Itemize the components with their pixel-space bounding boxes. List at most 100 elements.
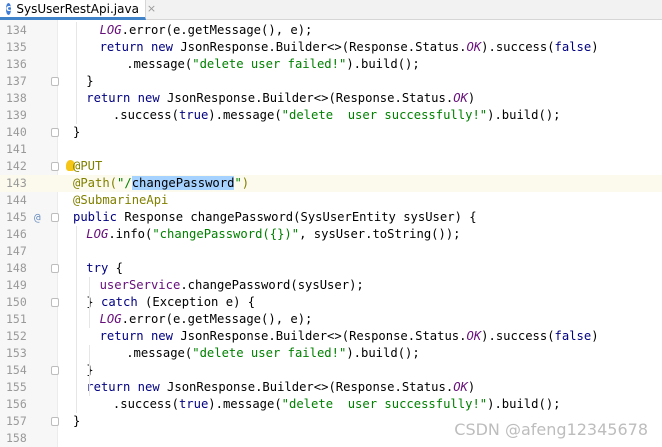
code-token: Response	[124, 210, 191, 224]
line-number: 158	[6, 431, 27, 445]
code-line[interactable]: 142 @PUT	[0, 158, 662, 175]
fold-toggle-icon[interactable]	[51, 298, 59, 307]
code-line[interactable]: 155 return new JsonResponse.Builder<>(Res…	[0, 379, 662, 396]
code-token: .error(e.getMessage(), e);	[121, 23, 313, 37]
code-token: ).build();	[487, 108, 561, 122]
code-line[interactable]: 135 return new JsonResponse.Builder<>(Res…	[0, 39, 662, 56]
watermark: CSDN @afeng12345678	[454, 420, 648, 439]
code-line[interactable]: 143 @Path("/changePassword")	[0, 175, 662, 192]
code-token: return new	[86, 91, 168, 105]
code-line[interactable]: 134 LOG.error(e.getMessage(), e);	[0, 22, 662, 39]
fold-toggle-icon[interactable]	[51, 77, 59, 86]
code-text: .success(true).message("delete user succ…	[113, 396, 561, 413]
code-line[interactable]: 141	[0, 141, 662, 158]
close-icon[interactable]: ×	[147, 2, 156, 15]
code-line[interactable]: 156 .success(true).message("delete user s…	[0, 396, 662, 413]
code-token: JsonResponse.Builder<>(Response.Status.	[180, 40, 467, 54]
code-token: "delete user successfully!"	[281, 397, 488, 411]
code-line[interactable]: 139 .success(true).message("delete user s…	[0, 107, 662, 124]
code-text: userService.changePassword(sysUser);	[100, 277, 364, 294]
code-line[interactable]: 147	[0, 243, 662, 260]
code-token: "changePassword({})"	[152, 227, 300, 241]
code-token: public	[73, 210, 125, 224]
override-marker-icon[interactable]: @	[34, 209, 41, 226]
code-editor[interactable]: 134 LOG.error(e.getMessage(), e); 135 retur…	[0, 20, 662, 447]
editor-tab-bar: c SysUserRestApi.java ×	[0, 0, 662, 20]
fold-toggle-icon[interactable]	[51, 162, 59, 171]
code-token: ).build();	[487, 397, 561, 411]
code-token: try	[86, 261, 116, 275]
line-number: 153	[6, 346, 27, 360]
code-token: true	[178, 397, 209, 411]
code-token: OK	[466, 40, 482, 54]
indent-guide	[89, 277, 91, 328]
code-token: return new	[99, 40, 181, 54]
code-area[interactable]: 134 LOG.error(e.getMessage(), e); 135 retur…	[0, 20, 662, 447]
code-token: return new	[99, 329, 181, 343]
code-line[interactable]: 153 .message("delete user failed!").build…	[0, 345, 662, 362]
code-token: .info(	[108, 227, 153, 241]
code-text: try {	[86, 260, 123, 277]
line-number: 148	[6, 261, 27, 275]
code-token: "	[234, 176, 242, 190]
code-line[interactable]: 151 LOG.error(e.getMessage(), e);	[0, 311, 662, 328]
code-token: JsonResponse.Builder<>(Response.Status.	[167, 380, 454, 394]
code-line[interactable]: 144 @SubmarineApi	[0, 192, 662, 209]
code-line[interactable]: 140}	[0, 124, 662, 141]
code-line[interactable]: 136 .message("delete user failed!").build…	[0, 56, 662, 73]
code-token: ).message(	[208, 397, 282, 411]
line-number: 149	[6, 278, 27, 292]
code-token: )	[467, 380, 476, 394]
line-number: 152	[6, 329, 27, 343]
fold-toggle-icon[interactable]	[51, 417, 59, 426]
code-token: "delete user failed!"	[192, 57, 347, 71]
code-line[interactable]: 154}	[0, 362, 662, 379]
code-text: .message("delete user failed!").build();	[126, 56, 420, 73]
selected-text: changePassword	[131, 176, 235, 190]
java-class-icon: c	[6, 2, 12, 15]
code-token: "/	[117, 176, 132, 190]
code-line[interactable]: 148 try {	[0, 260, 662, 277]
code-token: .success(	[112, 108, 179, 122]
code-token: )	[241, 176, 250, 190]
code-line[interactable]: 152 return new JsonResponse.Builder<>(Res…	[0, 328, 662, 345]
file-tab[interactable]: c SysUserRestApi.java ×	[0, 0, 156, 20]
code-token: )	[591, 329, 599, 343]
fold-toggle-icon[interactable]	[51, 366, 59, 375]
code-token: ).message(	[208, 108, 282, 122]
code-line[interactable]: 138 return new JsonResponse.Builder<>(Res…	[0, 90, 662, 107]
code-token: OK	[453, 91, 468, 105]
code-token: @PUT	[73, 159, 103, 173]
code-token: LOG	[99, 23, 122, 37]
code-token: }	[86, 74, 94, 88]
code-text: @SubmarineApi	[73, 192, 168, 209]
code-token: .success(	[112, 397, 179, 411]
fold-toggle-icon[interactable]	[51, 128, 59, 137]
code-line[interactable]: 149 userService.changePassword(sysUser);	[0, 277, 662, 294]
code-text: }	[73, 124, 80, 141]
code-text: LOG.info("changePassword({})", sysUser.t…	[86, 226, 460, 243]
code-token: )	[467, 91, 476, 105]
code-text: return new JsonResponse.Builder<>(Respon…	[100, 39, 599, 56]
code-token: @Path(	[73, 176, 118, 190]
code-line[interactable]: 137}	[0, 73, 662, 90]
code-token: (Exception e) {	[145, 295, 256, 309]
code-line[interactable]: 145 @ public Response changePassword(SysUs…	[0, 209, 662, 226]
fold-toggle-icon[interactable]	[51, 213, 59, 222]
fold-toggle-icon[interactable]	[51, 264, 59, 273]
code-line[interactable]: 150} catch (Exception e) {	[0, 294, 662, 311]
line-number: 146	[6, 227, 27, 241]
code-text: @PUT	[73, 158, 102, 175]
code-token: return new	[86, 380, 168, 394]
code-token: false	[554, 329, 592, 343]
code-text: }	[86, 73, 93, 90]
line-number: 143	[6, 176, 27, 190]
line-number: 140	[6, 125, 27, 139]
code-text: LOG.error(e.getMessage(), e);	[100, 22, 313, 39]
indent-guide	[89, 345, 91, 396]
code-text: .message("delete user failed!").build();	[126, 345, 420, 362]
code-text: return new JsonResponse.Builder<>(Respon…	[100, 328, 599, 345]
code-token: ).success(	[481, 40, 555, 54]
code-token: }	[73, 414, 81, 428]
code-line[interactable]: 146 LOG.info("changePassword({})", sysUse…	[0, 226, 662, 243]
